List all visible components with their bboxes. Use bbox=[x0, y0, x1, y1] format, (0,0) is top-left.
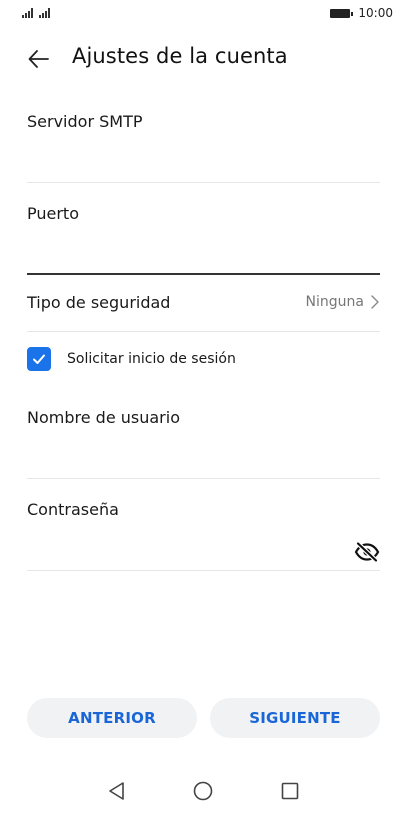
nav-recents-icon[interactable] bbox=[279, 780, 301, 802]
security-type-divider bbox=[27, 331, 380, 332]
require-signin-row: Solicitar inicio de sesión bbox=[27, 347, 236, 371]
security-type-value: Ninguna bbox=[305, 294, 364, 310]
status-bar: 10:00 bbox=[0, 0, 407, 28]
smtp-server-underline bbox=[27, 182, 380, 183]
page-title: Ajustes de la cuenta bbox=[72, 44, 288, 68]
checkmark-icon bbox=[33, 354, 45, 364]
signal-icon bbox=[22, 8, 33, 18]
username-input[interactable] bbox=[27, 443, 380, 479]
require-signin-label: Solicitar inicio de sesión bbox=[67, 351, 236, 367]
eye-off-icon[interactable] bbox=[354, 541, 380, 563]
smtp-server-input[interactable] bbox=[27, 147, 380, 183]
require-signin-checkbox[interactable] bbox=[27, 347, 51, 371]
next-button[interactable]: SIGUIENTE bbox=[210, 698, 380, 738]
port-input[interactable] bbox=[27, 239, 380, 275]
header: Ajustes de la cuenta bbox=[0, 38, 407, 82]
signal-icon bbox=[39, 8, 50, 18]
password-input[interactable] bbox=[27, 535, 340, 571]
chevron-right-icon bbox=[371, 295, 379, 309]
smtp-server-field: Servidor SMTP bbox=[27, 112, 380, 183]
port-label: Puerto bbox=[27, 204, 79, 223]
security-type-row[interactable]: Tipo de seguridad Ninguna bbox=[27, 282, 380, 332]
status-time: 10:00 bbox=[358, 6, 393, 20]
port-underline bbox=[27, 273, 380, 275]
password-field: Contraseña bbox=[27, 500, 380, 571]
security-type-value-wrap: Ninguna bbox=[306, 294, 380, 310]
nav-home-icon[interactable] bbox=[192, 780, 214, 802]
password-underline bbox=[27, 570, 380, 571]
screen: 10:00 Ajustes de la cuenta Servidor SMTP… bbox=[0, 0, 407, 816]
smtp-server-label: Servidor SMTP bbox=[27, 112, 143, 131]
signal-group bbox=[22, 8, 50, 18]
arrow-left-icon[interactable] bbox=[26, 46, 52, 72]
port-field: Puerto bbox=[27, 204, 380, 275]
battery-group: 10:00 bbox=[330, 6, 393, 20]
username-field: Nombre de usuario bbox=[27, 408, 380, 479]
navigation-bar bbox=[0, 770, 407, 810]
username-label: Nombre de usuario bbox=[27, 408, 180, 427]
security-type-label: Tipo de seguridad bbox=[27, 293, 171, 312]
nav-back-icon[interactable] bbox=[106, 780, 128, 802]
previous-button[interactable]: ANTERIOR bbox=[27, 698, 197, 738]
battery-icon bbox=[330, 8, 354, 18]
password-label: Contraseña bbox=[27, 500, 119, 519]
username-underline bbox=[27, 478, 380, 479]
